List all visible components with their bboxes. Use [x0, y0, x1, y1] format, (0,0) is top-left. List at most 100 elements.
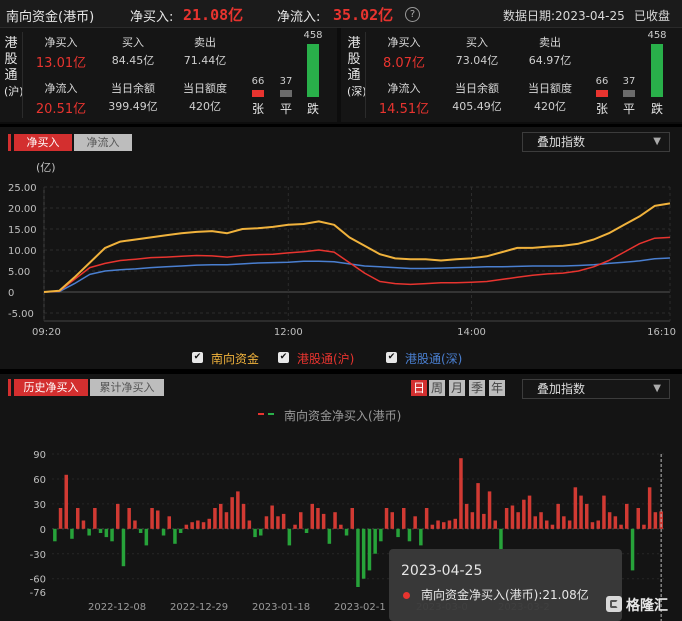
y-tick-label: 60: [33, 475, 46, 486]
panel-sz-title: 港股通 (深): [347, 36, 367, 98]
date-value: 2023-04-25: [555, 9, 625, 23]
sz-quota: 当日额度 420亿: [528, 82, 572, 113]
sh-quota: 当日额度 420亿: [183, 82, 227, 113]
bar: [556, 503, 560, 529]
bar: [236, 491, 240, 529]
bar: [230, 497, 234, 529]
bar: [178, 528, 183, 533]
bar: [361, 528, 366, 579]
logo-mark-icon: [606, 596, 622, 612]
net-buy-value: 21.08亿: [183, 6, 244, 24]
bar: [127, 508, 131, 529]
bar: [121, 528, 126, 567]
x-tick-label: 2022-12-08: [88, 602, 146, 613]
bar: [516, 512, 520, 529]
bar: [567, 520, 572, 529]
bar: [270, 505, 274, 529]
bar: [184, 524, 189, 529]
bar: [436, 520, 440, 529]
y-tick-label: 10.00: [8, 246, 37, 257]
bar: [590, 522, 595, 529]
bar: [390, 512, 394, 529]
x-tick-label: 12:00: [274, 327, 303, 338]
bar: [276, 516, 280, 529]
bar: [379, 528, 383, 542]
bar: [333, 512, 337, 529]
checkbox-icon: ✔: [278, 352, 289, 363]
net-buy-label: 净买入:: [130, 10, 174, 25]
help-icon[interactable]: ?: [405, 7, 420, 22]
net-inflow-value: 35.02亿: [333, 6, 394, 24]
bar: [487, 491, 492, 529]
bar: [87, 528, 91, 536]
bar: [201, 522, 206, 529]
panel-sh-title: 港股通 (沪): [4, 36, 24, 98]
date-label: 数据日期:2023-04-25: [503, 9, 625, 23]
down-bar: [651, 44, 663, 97]
bar: [373, 528, 377, 554]
sh-net-buy: 净买入 13.01亿: [35, 36, 87, 71]
bar: [424, 508, 429, 529]
bar: [493, 520, 497, 529]
bar: [344, 528, 349, 536]
bar: [499, 528, 503, 550]
bar: [430, 524, 435, 529]
bar: [327, 528, 332, 544]
bar: [161, 528, 166, 536]
intraday-flow-chart: 25.00 20.00 15.00 10.00 5.00 0 -5.00 09:20 12:00…: [8, 183, 676, 338]
bar: [293, 524, 297, 529]
sz-breadth-bars: 66 37 458 张 平 跌: [595, 30, 667, 116]
bar: [138, 528, 143, 533]
y-tick-label: 25.00: [8, 183, 37, 194]
bar: [636, 508, 640, 529]
bar: [482, 513, 486, 529]
bar: [224, 512, 229, 529]
bar: [402, 508, 406, 529]
bar: [384, 508, 389, 529]
bar: [316, 508, 320, 529]
x-tick-label: 2023-02-1: [334, 602, 386, 613]
bar: [630, 528, 635, 571]
bar: [447, 520, 452, 529]
bar: [150, 508, 154, 529]
tooltip-dot-icon: [403, 592, 410, 599]
bar: [545, 520, 549, 529]
up-bar: [596, 90, 608, 97]
bar: [419, 528, 423, 546]
bar: [76, 508, 80, 529]
y-tick-label: 15.00: [8, 225, 37, 236]
sz-sell: 卖出 64.97亿: [528, 36, 572, 67]
panel-sz-connect: 港股通 (深) 净买入 8.07亿 买入 73.04亿 卖出 64.97亿 净流入 14.…: [341, 28, 682, 122]
bar: [396, 528, 400, 538]
bar: [539, 512, 543, 529]
bar: [573, 487, 578, 529]
series-line-0: [43, 202, 671, 293]
bar: [585, 503, 589, 529]
bar: [642, 524, 646, 529]
bar: [53, 528, 57, 542]
bar: [533, 516, 537, 529]
bar: [464, 503, 469, 529]
y-tick-label: 90: [33, 450, 46, 461]
bar: [133, 520, 137, 529]
x-tick-label: 09:20: [32, 327, 61, 338]
bar: [167, 516, 171, 529]
bar: [58, 508, 63, 529]
bar: [510, 505, 515, 529]
bar: [196, 520, 200, 529]
y-tick-label: -30: [30, 550, 46, 561]
bar: [350, 508, 354, 529]
summary-header: 南向资金(港币) 净买入: 21.08亿 净流入: 35.02亿 ? 数据日期:…: [0, 0, 682, 28]
x-tick-label: 14:00: [457, 327, 486, 338]
bar: [522, 499, 526, 529]
bar: [241, 503, 246, 529]
bar: [310, 503, 314, 529]
bar: [647, 487, 652, 529]
y-tick-label: -60: [30, 575, 46, 586]
y-tick-label: -5.00: [8, 309, 34, 320]
tooltip-value: 南向资金净买入(港币):21.08亿: [421, 588, 589, 602]
bar: [339, 524, 343, 529]
bar: [70, 528, 74, 539]
bar: [259, 528, 263, 536]
bar: [413, 516, 417, 529]
